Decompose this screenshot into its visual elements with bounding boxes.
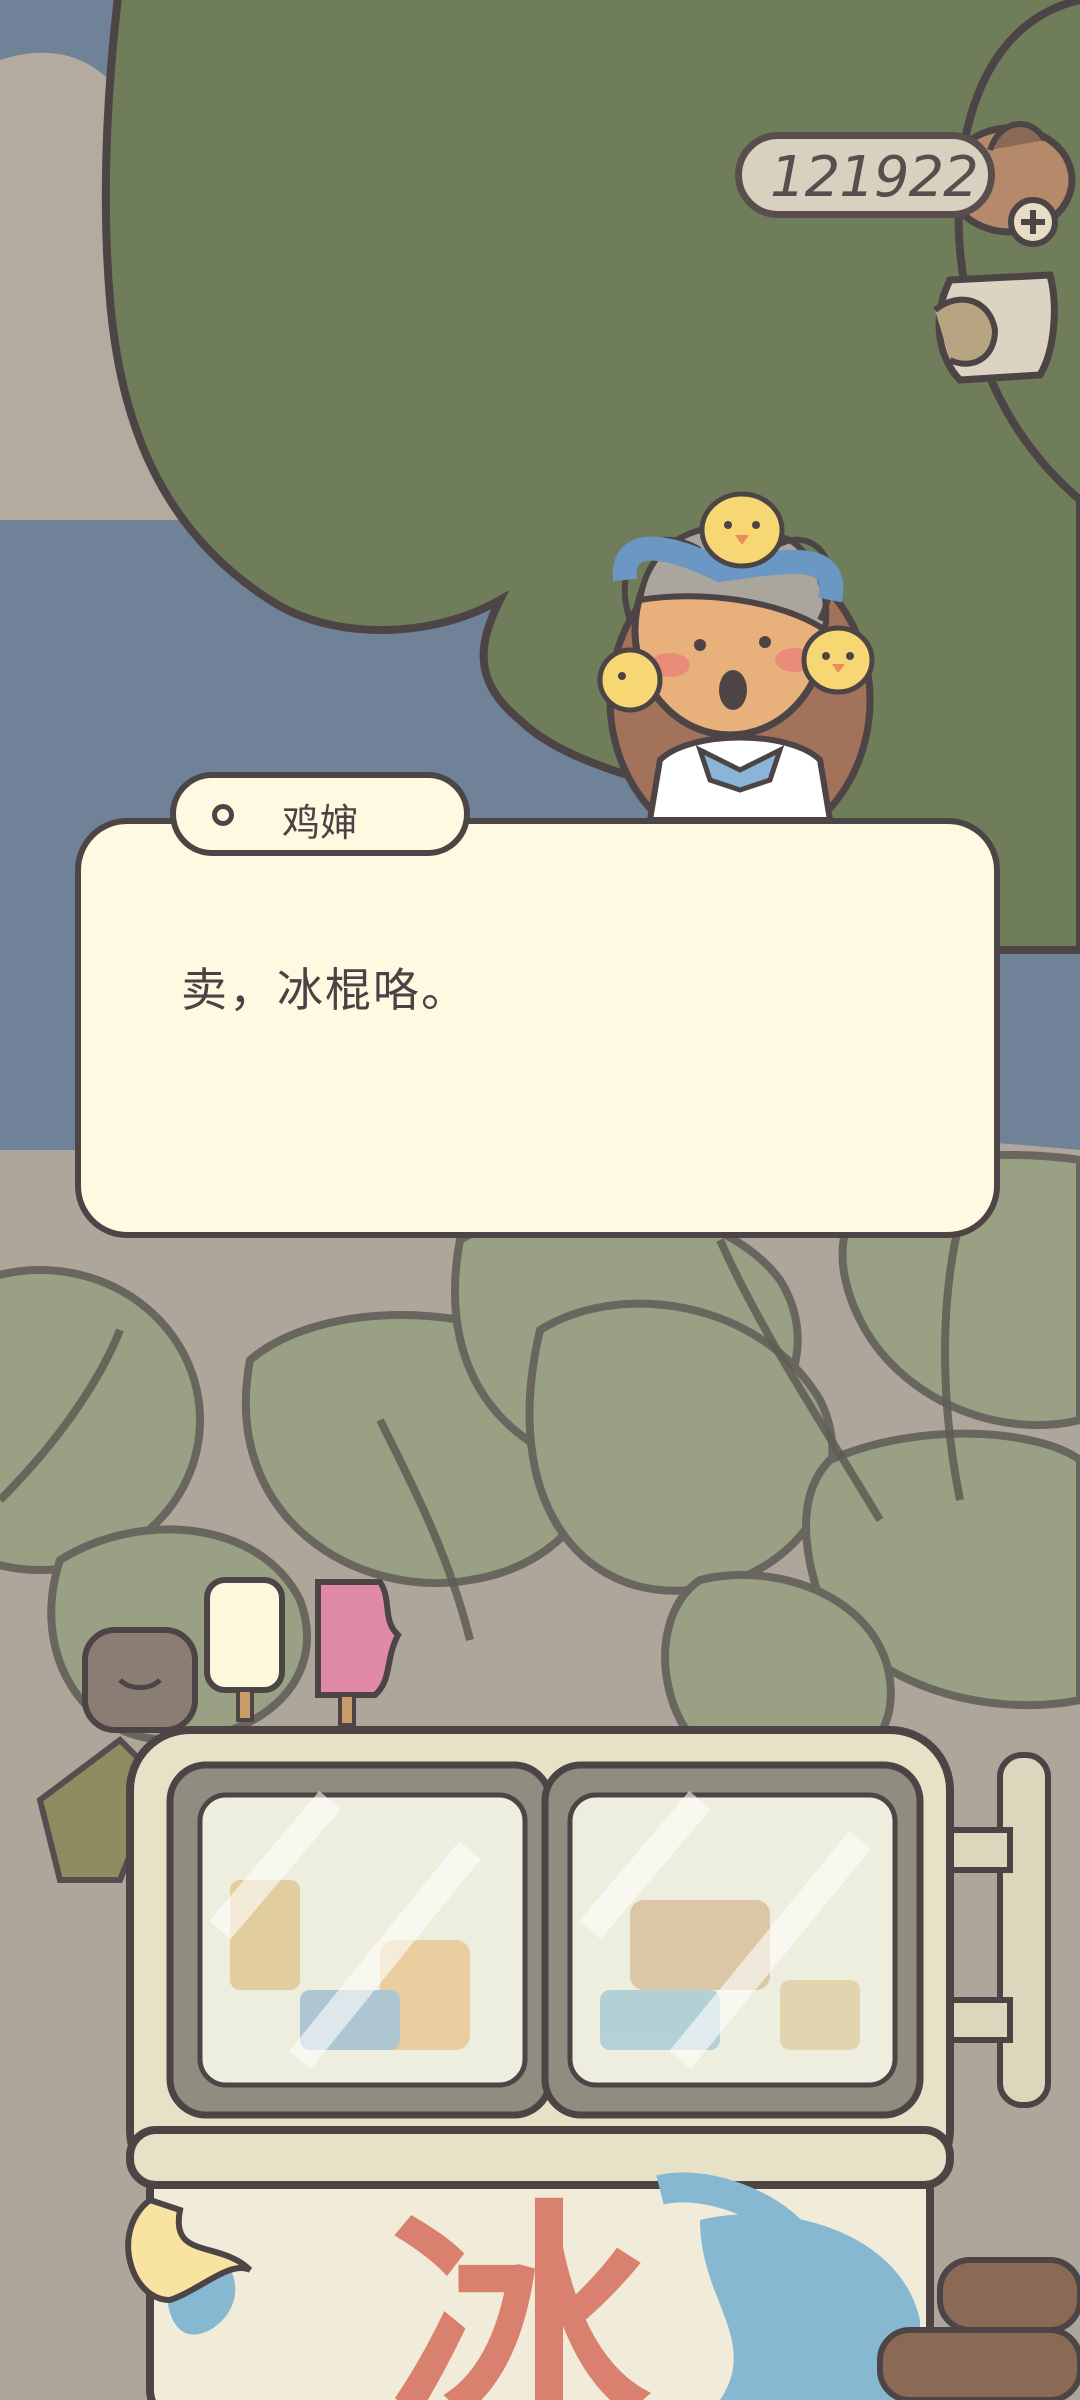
- speaker-name: 鸡婶: [282, 801, 359, 845]
- currency-amount: 121922: [770, 145, 979, 210]
- book-icon[interactable]: [933, 271, 1058, 384]
- stall-sign-text: 冰: [390, 2180, 654, 2400]
- currency-counter: 121922: [735, 132, 995, 218]
- nameplate-dot-icon: [212, 804, 234, 826]
- dialog-box[interactable]: 卖，冰棍咯。: [75, 818, 1000, 1238]
- plus-icon[interactable]: [1008, 197, 1058, 247]
- dialog-message: 卖，冰棍咯。: [181, 963, 469, 1017]
- speaker-nameplate: 鸡婶: [170, 772, 470, 856]
